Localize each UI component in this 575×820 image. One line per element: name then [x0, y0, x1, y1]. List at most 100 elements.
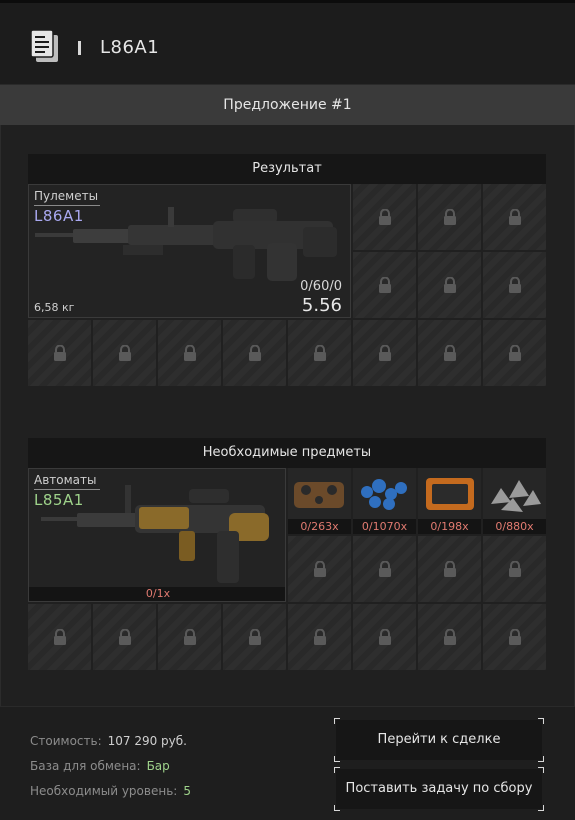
go-to-trade-button[interactable]: Перейти к сделке: [334, 718, 544, 762]
brown-bolts-icon: [294, 482, 344, 508]
cost-value: 107 290 руб.: [107, 734, 187, 748]
lock-icon: [509, 345, 521, 361]
locked-slot: [223, 604, 286, 670]
corner-mark: [538, 767, 544, 773]
lock-icon: [54, 345, 66, 361]
lock-icon: [509, 209, 521, 225]
lock-icon: [314, 345, 326, 361]
locked-slot: [353, 604, 416, 670]
lock-icon: [249, 629, 261, 645]
required-item[interactable]: 0/1070x: [353, 468, 416, 534]
lock-icon: [379, 277, 391, 293]
locked-slot: [418, 604, 481, 670]
lock-icon: [249, 345, 261, 361]
locked-slot: [353, 252, 416, 318]
locked-slot: [418, 184, 481, 250]
locked-slot: [483, 604, 546, 670]
locked-slot: [288, 320, 351, 386]
locked-slot: [158, 604, 221, 670]
corner-mark: [334, 805, 340, 811]
lock-icon: [509, 561, 521, 577]
locked-slot: [223, 320, 286, 386]
corner-mark: [334, 767, 340, 773]
corner-mark: [334, 718, 340, 724]
required-main-count: 0/1x: [29, 587, 285, 601]
go-to-trade-label: Перейти к сделке: [377, 732, 501, 747]
lock-icon: [444, 277, 456, 293]
locked-slot: [418, 536, 481, 602]
scrap-metal-icon: [491, 480, 541, 512]
corner-mark: [538, 805, 544, 811]
locked-slot: [288, 536, 351, 602]
base-value: Бар: [146, 759, 170, 773]
lock-icon: [379, 561, 391, 577]
level-label: Необходимый уровень:: [30, 784, 178, 798]
required-item[interactable]: 0/880x: [483, 468, 546, 534]
lock-icon: [444, 209, 456, 225]
document-icon: [30, 29, 58, 62]
craft-window: [0, 3, 575, 820]
locked-slot: [93, 320, 156, 386]
required-item[interactable]: 0/198x: [418, 468, 481, 534]
corner-mark: [538, 718, 544, 724]
required-item-count: 0/198x: [418, 519, 481, 534]
corner-mark: [538, 756, 544, 762]
required-section-title: Необходимые предметы: [28, 438, 546, 468]
base-row: База для обмена: Бар: [30, 759, 170, 773]
lock-icon: [184, 345, 196, 361]
level-row: Необходимый уровень: 5: [30, 784, 191, 798]
locked-slot: [353, 184, 416, 250]
blue-pellets-icon: [361, 479, 407, 510]
required-item-count: 0/1070x: [353, 519, 416, 534]
required-item-count: 0/263x: [288, 519, 351, 534]
base-label: База для обмена:: [30, 759, 141, 773]
lock-icon: [509, 629, 521, 645]
lock-icon: [314, 629, 326, 645]
result-item-weight: 6,58 кг: [34, 301, 75, 314]
result-section-title: Результат: [28, 154, 546, 184]
lock-icon: [119, 629, 131, 645]
lock-icon: [509, 277, 521, 293]
lock-icon: [444, 629, 456, 645]
lock-icon: [379, 629, 391, 645]
lock-icon: [444, 561, 456, 577]
header-separator: [78, 41, 81, 55]
cost-row: Стоимость: 107 290 руб.: [30, 734, 187, 748]
offer-label: Предложение #1: [0, 85, 575, 125]
lmg-rifle-icon: [35, 207, 337, 281]
corner-mark: [334, 756, 340, 762]
locked-slot: [483, 536, 546, 602]
required-item-count: 0/880x: [483, 519, 546, 534]
required-item-l85a1[interactable]: Автоматы L85A1 0/1x: [28, 468, 286, 602]
locked-slot: [483, 252, 546, 318]
lock-icon: [54, 629, 66, 645]
level-value: 5: [183, 784, 191, 798]
required-item[interactable]: 0/263x: [288, 468, 351, 534]
lock-icon: [379, 209, 391, 225]
result-item-caliber: 5.56: [301, 295, 342, 316]
locked-slot: [353, 320, 416, 386]
locked-slot: [483, 320, 546, 386]
set-gather-task-label: Поставить задачу по сбору: [345, 781, 533, 796]
lock-icon: [444, 345, 456, 361]
locked-slot: [418, 320, 481, 386]
cost-label: Стоимость:: [30, 734, 102, 748]
lock-icon: [184, 629, 196, 645]
locked-slot: [288, 604, 351, 670]
result-item-ammo: 0/60/0: [300, 279, 342, 294]
locked-slot: [93, 604, 156, 670]
orange-case-icon: [426, 478, 474, 510]
footer-panel: Стоимость: 107 290 руб. База для обмена: Б…: [0, 706, 575, 820]
locked-slot: [353, 536, 416, 602]
locked-slot: [28, 604, 91, 670]
window-header: L86A1: [0, 3, 575, 85]
assault-rifle-icon: [41, 485, 269, 583]
page-title: L86A1: [100, 37, 160, 58]
set-gather-task-button[interactable]: Поставить задачу по сбору: [334, 767, 544, 811]
result-item-l86a1[interactable]: Пулеметы L86A1 6,58 кг 0/60/0 5.56: [28, 184, 351, 318]
lock-icon: [314, 561, 326, 577]
locked-slot: [158, 320, 221, 386]
locked-slot: [28, 320, 91, 386]
lock-icon: [379, 345, 391, 361]
locked-slot: [418, 252, 481, 318]
